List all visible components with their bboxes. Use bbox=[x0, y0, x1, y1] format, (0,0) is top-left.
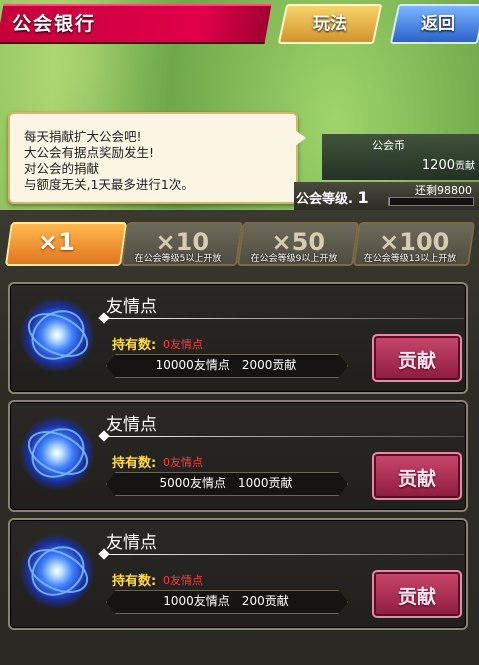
page-title: 公会银行 bbox=[12, 13, 97, 35]
donate-button[interactable]: 贡献 bbox=[372, 334, 462, 382]
bubble-tail bbox=[292, 128, 306, 148]
friendship-orb-icon bbox=[20, 298, 96, 372]
friendship-orb-icon bbox=[20, 416, 96, 490]
multiplier-x10-note: 在公会等级5以上开放 bbox=[134, 254, 222, 264]
exchange-rate: 1000友情点 200贡献 bbox=[163, 594, 289, 608]
progress-fill bbox=[389, 198, 390, 205]
item-name: 友情点 bbox=[106, 415, 157, 435]
own-value: 0友情点 bbox=[163, 456, 203, 469]
multiplier-x50-note: 在公会等级9以上开放 bbox=[250, 254, 338, 264]
donate-button[interactable]: 贡献 bbox=[372, 570, 462, 618]
guild-coin-value: 1200贡献 bbox=[421, 158, 475, 173]
own-label: 持有数: bbox=[112, 338, 157, 353]
own-value: 0友情点 bbox=[163, 338, 203, 351]
friendship-orb-icon bbox=[20, 534, 96, 608]
remaining-points: 还剩98800 bbox=[415, 184, 472, 197]
exchange-rate: 10000友情点 2000贡献 bbox=[155, 358, 297, 372]
divider bbox=[102, 554, 464, 555]
exchange-rate: 5000友情点 1000贡献 bbox=[159, 476, 293, 490]
own-value: 0友情点 bbox=[163, 574, 203, 587]
guild-level-progress bbox=[388, 197, 474, 206]
item-name: 友情点 bbox=[106, 533, 157, 553]
donation-card: 友情点 持有数: 0友情点 1000友情点 200贡献 贡献 bbox=[8, 518, 468, 630]
own-label: 持有数: bbox=[112, 456, 157, 471]
multiplier-x1-tab[interactable]: ×1 bbox=[4, 222, 128, 266]
multiplier-x100-note: 在公会等级13以上开放 bbox=[363, 254, 457, 264]
donate-button[interactable]: 贡献 bbox=[372, 452, 462, 500]
divider bbox=[102, 318, 464, 319]
donation-card: 友情点 持有数: 0友情点 5000友情点 1000贡献 贡献 bbox=[8, 400, 468, 512]
donation-card: 友情点 持有数: 0友情点 10000友情点 2000贡献 贡献 bbox=[8, 282, 468, 394]
item-name: 友情点 bbox=[106, 297, 157, 317]
rules-button[interactable]: 玩法 bbox=[277, 4, 383, 44]
divider bbox=[102, 436, 464, 437]
own-label: 持有数: bbox=[112, 574, 157, 589]
guild-coin-label: 公会币 bbox=[372, 139, 405, 152]
back-button[interactable]: 返回 bbox=[389, 4, 479, 44]
